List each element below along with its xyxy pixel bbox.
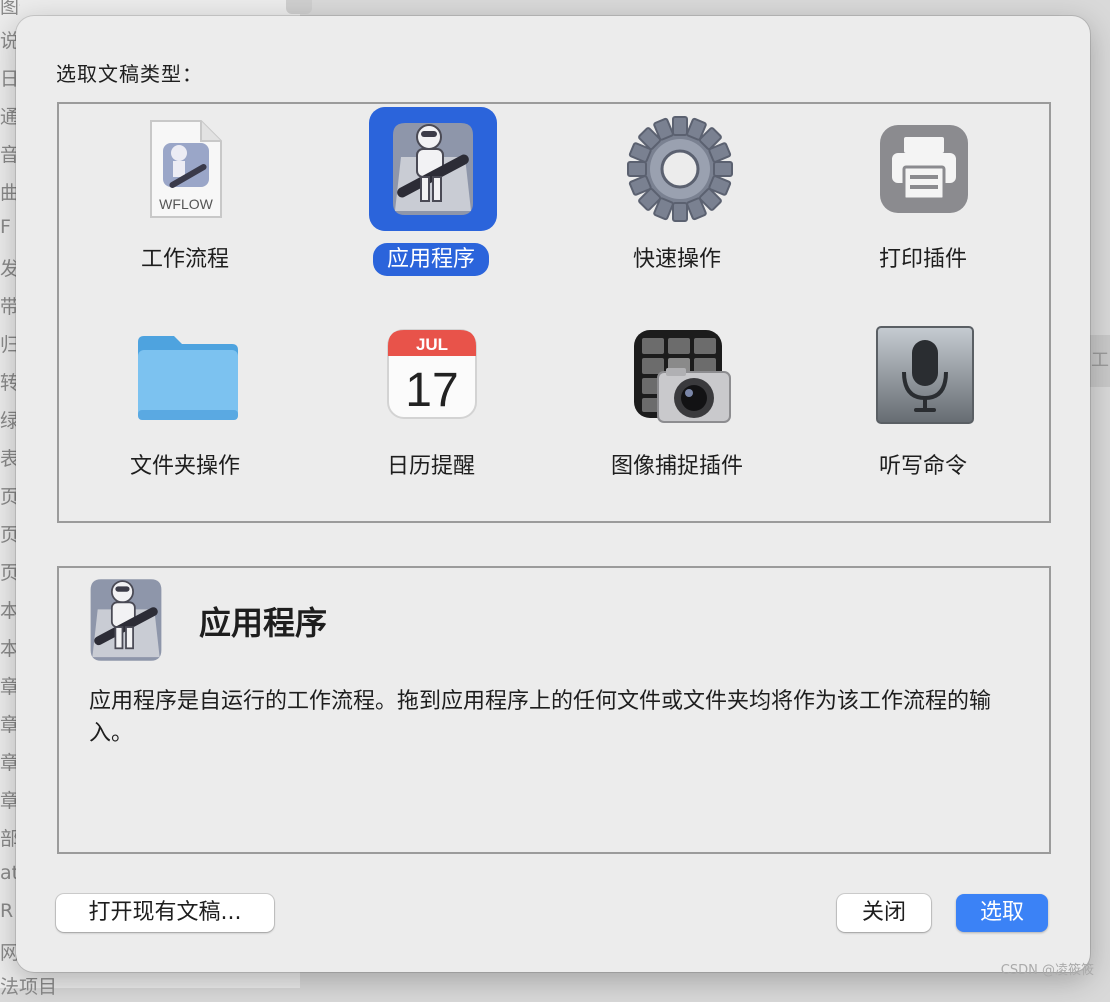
type-quick-action-tile[interactable]: 快速操作 [554, 107, 800, 307]
choose-document-type-dialog: 选取文稿类型： WFLOW 工作流程 应用程序 快速操作 打印插件 文件夹操作 … [16, 16, 1090, 972]
close-button[interactable]: 关闭 [837, 894, 931, 932]
type-quick-action-label: 快速操作 [632, 247, 721, 272]
automator-robot-app-icon [393, 123, 473, 215]
type-image-capture-label: 图像捕捉插件 [610, 454, 743, 479]
gear-icon [627, 116, 733, 222]
background-text: 法项目 [0, 976, 58, 998]
type-folder-action-label: 文件夹操作 [129, 454, 240, 479]
type-print-plugin-tile[interactable]: 打印插件 [800, 107, 1046, 307]
type-calendar-alarm-tile[interactable]: JUL 17 日历提醒 [308, 324, 554, 524]
microphone-icon [876, 326, 974, 424]
description-panel: 应用程序 应用程序是自运行的工作流程。拖到应用程序上的任何文件或文件夹均将作为该… [57, 566, 1051, 854]
type-print-plugin-label: 打印插件 [878, 247, 967, 272]
automator-workflow-file-icon: WFLOW [150, 120, 222, 218]
open-existing-document-button[interactable]: 打开现有文稿... [56, 894, 274, 932]
workflow-badge: WFLOW [159, 196, 213, 212]
watermark: CSDN @凌筱筱 [1000, 963, 1094, 978]
type-image-capture-tile[interactable]: 图像捕捉插件 [554, 324, 800, 524]
document-type-grid: WFLOW 工作流程 应用程序 快速操作 打印插件 文件夹操作 JUL 17 日… [57, 102, 1051, 523]
choose-button[interactable]: 选取 [956, 894, 1048, 932]
type-workflow-tile[interactable]: WFLOW 工作流程 [62, 107, 308, 307]
calendar-icon: JUL 17 [387, 329, 477, 419]
type-workflow-label: 工作流程 [140, 247, 229, 272]
background-scrollbar [286, 0, 312, 14]
automator-robot-app-icon [90, 579, 162, 661]
type-application-label: 应用程序 [372, 243, 489, 276]
background-text: 图像 [0, 0, 20, 18]
type-folder-action-tile[interactable]: 文件夹操作 [62, 324, 308, 524]
folder-icon [138, 336, 238, 420]
type-dictation-command-tile[interactable]: 听写命令 [800, 324, 1046, 524]
type-calendar-alarm-label: 日历提醒 [386, 454, 475, 479]
image-capture-icon [634, 330, 731, 423]
printer-icon [880, 125, 968, 213]
description-title: 应用程序 [199, 604, 328, 642]
type-application-tile[interactable]: 应用程序 [308, 107, 554, 307]
calendar-day: 17 [405, 364, 458, 417]
calendar-month: JUL [416, 335, 448, 354]
dialog-title: 选取文稿类型： [56, 62, 203, 86]
type-dictation-command-label: 听写命令 [878, 454, 967, 479]
description-text: 应用程序是自运行的工作流程。拖到应用程序上的任何文件或文件夹均将作为该工作流程的… [89, 689, 992, 746]
background-right-tab: 工 [1090, 335, 1110, 387]
